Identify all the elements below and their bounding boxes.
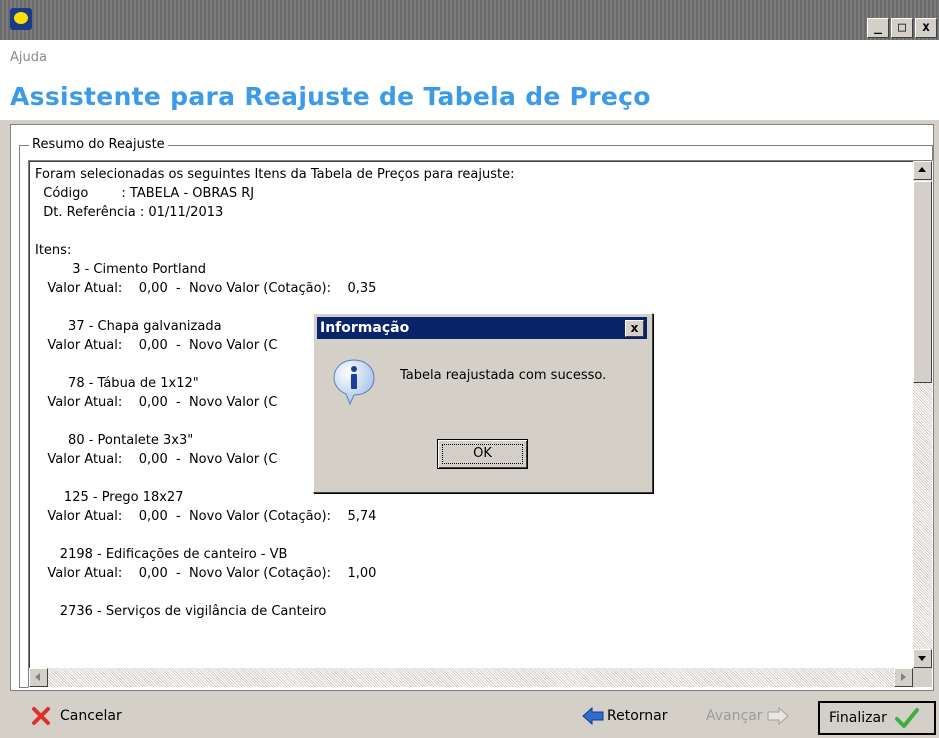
gray-right-arrow-icon — [767, 707, 789, 725]
ok-button[interactable]: OK — [437, 439, 528, 469]
down-arrow-icon — [918, 656, 926, 661]
info-dialog: Informação x Tabela reajustada com suces… — [313, 313, 653, 493]
right-arrow-icon — [901, 673, 906, 681]
next-label: Avançar — [706, 708, 763, 724]
scroll-left-button[interactable] — [29, 668, 48, 687]
summary-line — [35, 583, 905, 602]
scroll-down-button[interactable] — [913, 649, 932, 668]
scroll-up-button[interactable] — [913, 161, 932, 180]
app-icon — [10, 8, 32, 30]
red-x-icon — [32, 707, 50, 725]
horizontal-scrollbar[interactable] — [29, 668, 913, 687]
window-controls: _ □ x — [865, 18, 937, 38]
footer-bar — [0, 693, 939, 738]
scroll-corner — [913, 668, 932, 687]
vertical-scroll-thumb[interactable] — [913, 181, 932, 383]
scroll-right-button[interactable] — [894, 668, 913, 687]
finish-button[interactable]: Finalizar — [818, 701, 936, 735]
green-check-icon — [894, 708, 919, 728]
cancel-label: Cancelar — [60, 708, 122, 724]
menu-bar: Ajuda — [0, 40, 939, 72]
blue-left-arrow-icon — [582, 707, 604, 725]
dialog-title: Informação — [320, 320, 410, 336]
summary-line: Itens: — [35, 243, 72, 258]
back-label: Retornar — [607, 708, 668, 724]
window-titlebar: _ □ x — [0, 0, 939, 40]
close-button[interactable]: x — [915, 18, 937, 38]
ok-label: OK — [442, 444, 523, 464]
dialog-message: Tabela reajustada com sucesso. — [400, 368, 607, 383]
info-icon — [333, 359, 375, 406]
vertical-scrollbar[interactable] — [913, 161, 932, 668]
wizard-header: Assistente para Reajuste de Tabela de Pr… — [0, 72, 939, 120]
summary-group-label: Resumo do Reajuste — [29, 137, 168, 152]
up-arrow-icon — [918, 167, 926, 172]
summary-line: 2736 - Serviços de vigilância de Canteir… — [35, 604, 327, 619]
menu-ajuda[interactable]: Ajuda — [10, 50, 47, 65]
summary-line: Dt. Referência : 01/11/2013 — [35, 205, 224, 220]
finish-label: Finalizar — [829, 710, 887, 726]
summary-line: Valor Atual: 0,00 - Novo Valor (Cotação)… — [35, 281, 377, 296]
dialog-close-button[interactable]: x — [625, 320, 644, 337]
left-arrow-icon — [35, 673, 40, 681]
dialog-titlebar: Informação x — [317, 317, 647, 339]
summary-line — [35, 222, 905, 241]
maximize-button[interactable]: □ — [891, 18, 913, 38]
summary-line: Foram selecionadas os seguintes Itens da… — [35, 167, 515, 182]
back-button[interactable]: Retornar — [582, 700, 667, 732]
page-title: Assistente para Reajuste de Tabela de Pr… — [10, 82, 651, 111]
summary-line: 2198 - Edificações de canteiro - VB — [35, 547, 288, 562]
summary-line — [35, 526, 905, 545]
summary-line: Valor Atual: 0,00 - Novo Valor (Cotação)… — [35, 566, 377, 581]
summary-line: 3 - Cimento Portland — [35, 262, 207, 277]
summary-line: Código : TABELA - OBRAS RJ — [35, 186, 255, 201]
minimize-button[interactable]: _ — [867, 18, 889, 38]
next-button[interactable]: Avançar — [706, 700, 789, 732]
cancel-button[interactable]: Cancelar — [30, 700, 122, 732]
summary-line: Valor Atual: 0,00 - Novo Valor (Cotação)… — [35, 509, 377, 524]
menu-ajuda-label: Ajuda — [10, 50, 47, 65]
